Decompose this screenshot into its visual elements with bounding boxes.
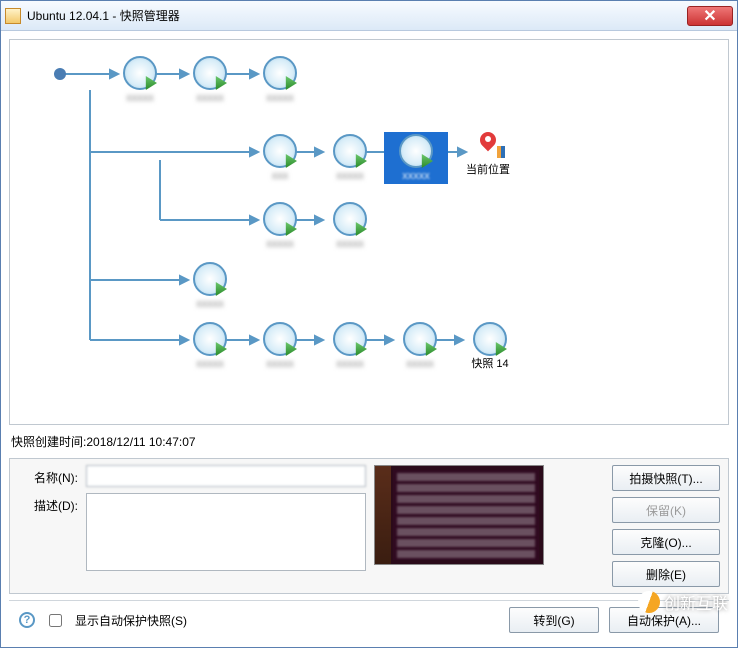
- help-icon[interactable]: ?: [19, 612, 35, 628]
- current-location-node[interactable]: 当前位置: [456, 132, 520, 176]
- snapshot-node[interactable]: xxxxx: [178, 322, 242, 370]
- tree-root-dot: [54, 68, 66, 80]
- snapshot-node[interactable]: xxxxx: [318, 322, 382, 370]
- details-panel: 名称(N): 描述(D):: [9, 458, 729, 594]
- snapshot-manager-window: Ubuntu 12.04.1 - 快照管理器 ✕: [0, 0, 738, 648]
- desc-textarea[interactable]: [86, 493, 366, 571]
- snapshot-preview[interactable]: [374, 465, 544, 565]
- snapshot-node[interactable]: xxxxx: [318, 202, 382, 250]
- snapshot-node[interactable]: xxx: [248, 134, 312, 182]
- app-icon: [5, 8, 21, 24]
- snapshot-node-selected[interactable]: xxxxx: [384, 132, 448, 184]
- bottom-bar: ? 显示自动保护快照(S) 转到(G) 自动保护(A)...: [9, 600, 729, 639]
- name-label: 名称(N):: [18, 465, 78, 486]
- snapshot-node[interactable]: xxxxx: [108, 56, 172, 104]
- clone-button[interactable]: 克隆(O)...: [612, 529, 720, 555]
- snapshot-timestamp: 快照创建时间:2018/12/11 10:47:07: [9, 431, 729, 452]
- snapshot-node[interactable]: xxxxx: [388, 322, 452, 370]
- take-snapshot-button[interactable]: 拍摄快照(T)...: [612, 465, 720, 491]
- snapshot-node[interactable]: xxxxx: [178, 262, 242, 310]
- autoprotect-button[interactable]: 自动保护(A)...: [609, 607, 719, 633]
- delete-button[interactable]: 删除(E): [612, 561, 720, 587]
- snapshot-tree-panel[interactable]: xxxxx xxxxx xxxxx xxx xxxxx xxxxx 当前位置 x…: [9, 39, 729, 425]
- snapshot-node[interactable]: xxxxx: [248, 322, 312, 370]
- show-autoprotect-label: 显示自动保护快照(S): [75, 612, 187, 629]
- desc-label: 描述(D):: [18, 493, 78, 514]
- snapshot-node[interactable]: xxxxx: [248, 202, 312, 250]
- name-input[interactable]: [86, 465, 366, 487]
- window-title: Ubuntu 12.04.1 - 快照管理器: [27, 7, 687, 24]
- close-button[interactable]: ✕: [687, 6, 733, 26]
- show-autoprotect-checkbox[interactable]: [49, 614, 62, 627]
- action-buttons: 拍摄快照(T)... 保留(K) 克隆(O)... 删除(E): [612, 465, 720, 587]
- content: xxxxx xxxxx xxxxx xxx xxxxx xxxxx 当前位置 x…: [1, 31, 737, 647]
- snapshot-node[interactable]: xxxxx: [318, 134, 382, 182]
- titlebar[interactable]: Ubuntu 12.04.1 - 快照管理器 ✕: [1, 1, 737, 31]
- goto-button[interactable]: 转到(G): [509, 607, 599, 633]
- snapshot-node[interactable]: xxxxx: [178, 56, 242, 104]
- snapshot-node[interactable]: xxxxx: [248, 56, 312, 104]
- keep-button[interactable]: 保留(K): [612, 497, 720, 523]
- snapshot-node-14[interactable]: 快照 14: [458, 322, 522, 370]
